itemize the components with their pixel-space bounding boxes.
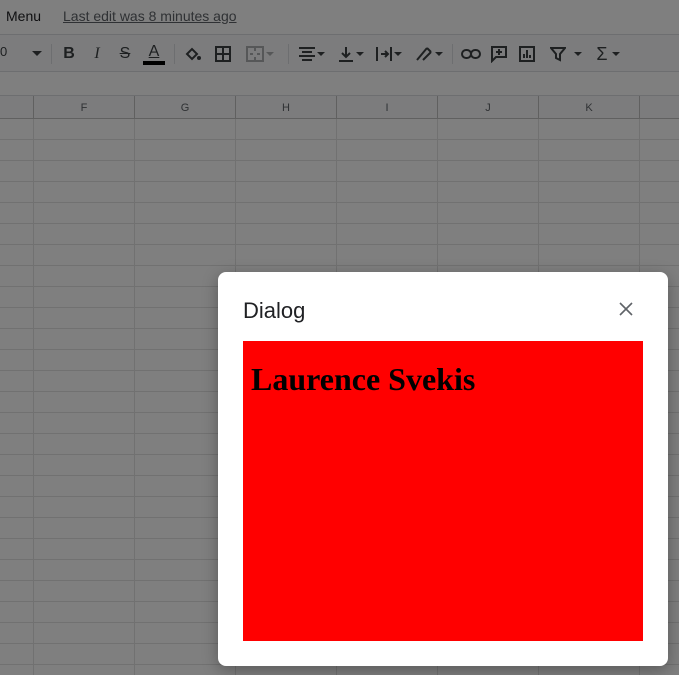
dialog: Dialog Laurence Svekis — [218, 272, 668, 666]
dialog-content-frame: Laurence Svekis — [243, 341, 643, 641]
dialog-title: Dialog — [243, 298, 306, 323]
close-button[interactable] — [614, 297, 638, 321]
close-icon — [619, 302, 633, 316]
content-heading: Laurence Svekis — [251, 361, 476, 397]
